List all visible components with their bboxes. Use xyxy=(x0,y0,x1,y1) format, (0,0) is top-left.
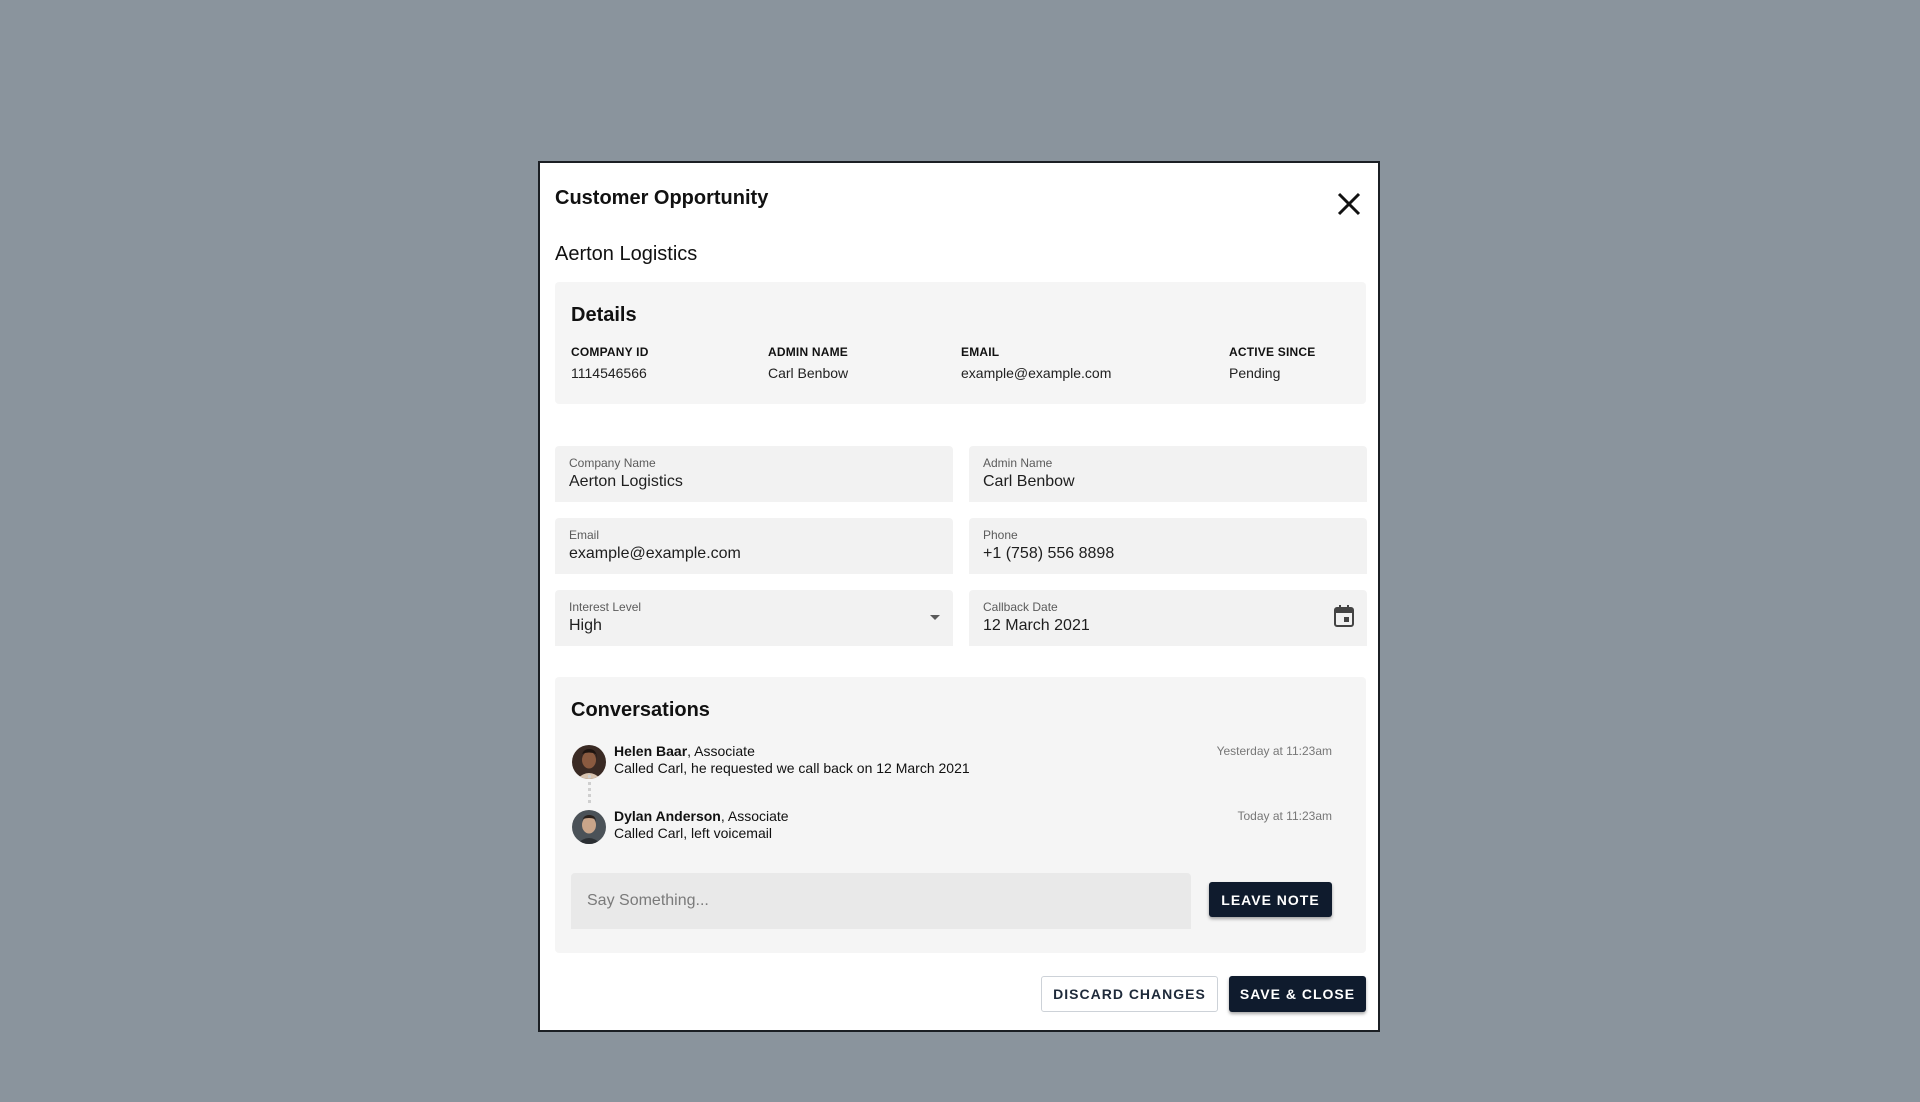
note-input[interactable] xyxy=(571,873,1191,929)
detail-value: 1114546566 xyxy=(571,365,647,381)
admin-name-field[interactable]: Admin Name Carl Benbow xyxy=(969,446,1367,502)
avatar xyxy=(572,810,606,844)
detail-value: example@example.com xyxy=(961,365,1112,381)
company-heading: Aerton Logistics xyxy=(555,243,698,265)
conversation-timestamp: Today at 11:23am xyxy=(1237,809,1332,823)
avatar-image xyxy=(572,810,606,844)
field-label: Phone xyxy=(983,528,1018,542)
conversation-item: Helen Baar, Associate Called Carl, he re… xyxy=(572,743,1332,779)
field-value: +1 (758) 556 8898 xyxy=(983,545,1115,562)
conversation-message: Called Carl, left voicemail xyxy=(614,825,772,841)
avatar xyxy=(572,745,606,779)
field-label: Company Name xyxy=(569,456,656,470)
conversation-role: , Associate xyxy=(720,808,789,824)
conversation-text: Helen Baar, Associate Called Carl, he re… xyxy=(614,743,970,777)
details-panel: Details COMPANY ID 1114546566 ADMIN NAME… xyxy=(555,282,1366,404)
conversation-role: , Associate xyxy=(687,743,755,759)
company-name-field[interactable]: Company Name Aerton Logistics xyxy=(555,446,953,502)
interest-level-select[interactable]: Interest Level High xyxy=(555,590,953,646)
conversation-item: Dylan Anderson, Associate Called Carl, l… xyxy=(572,808,1332,844)
conversation-timestamp: Yesterday at 11:23am xyxy=(1216,744,1332,758)
detail-company-id: COMPANY ID 1114546566 xyxy=(571,345,649,381)
close-icon xyxy=(1337,192,1361,216)
detail-label: ACTIVE SINCE xyxy=(1229,345,1316,359)
conversation-author: Dylan Anderson xyxy=(614,808,721,824)
field-label: Callback Date xyxy=(983,600,1058,614)
close-button[interactable] xyxy=(1334,189,1364,219)
field-value: Aerton Logistics xyxy=(569,473,683,490)
conversations-title: Conversations xyxy=(571,699,710,721)
detail-label: COMPANY ID xyxy=(571,345,649,359)
field-value: High xyxy=(569,617,602,634)
customer-opportunity-dialog: Customer Opportunity Aerton Logistics De… xyxy=(538,161,1380,1032)
details-title: Details xyxy=(571,304,637,326)
field-value: example@example.com xyxy=(569,545,741,562)
detail-active-since: ACTIVE SINCE Pending xyxy=(1229,345,1315,381)
callback-date-field[interactable]: Callback Date 12 March 2021 xyxy=(969,590,1367,646)
discard-changes-button[interactable]: DISCARD CHANGES xyxy=(1041,976,1218,1012)
field-label: Interest Level xyxy=(569,600,642,614)
phone-field[interactable]: Phone +1 (758) 556 8898 xyxy=(969,518,1367,574)
field-value: 12 March 2021 xyxy=(983,617,1090,634)
calendar-icon[interactable] xyxy=(1333,604,1355,628)
detail-email: EMAIL example@example.com xyxy=(961,345,1111,381)
dialog-title: Customer Opportunity xyxy=(555,187,769,209)
detail-value: Pending xyxy=(1229,365,1281,381)
save-and-close-button[interactable]: SAVE & CLOSE xyxy=(1229,976,1366,1012)
field-label: Admin Name xyxy=(983,456,1053,470)
leave-note-button[interactable]: LEAVE NOTE xyxy=(1209,882,1332,917)
field-value: Carl Benbow xyxy=(983,473,1075,490)
conversation-message: Called Carl, he requested we call back o… xyxy=(614,760,970,776)
detail-value: Carl Benbow xyxy=(768,365,849,381)
avatar-image xyxy=(572,745,606,779)
detail-label: EMAIL xyxy=(961,345,1000,359)
conversation-text: Dylan Anderson, Associate Called Carl, l… xyxy=(614,808,789,842)
email-field[interactable]: Email example@example.com xyxy=(555,518,953,574)
detail-admin-name: ADMIN NAME Carl Benbow xyxy=(768,345,848,381)
conversations-panel: Conversations Helen Baar, Associate Call… xyxy=(555,677,1366,953)
dropdown-arrow-icon[interactable] xyxy=(929,614,941,622)
field-label: Email xyxy=(569,528,600,542)
timeline-connector xyxy=(588,775,591,803)
detail-label: ADMIN NAME xyxy=(768,345,848,359)
conversation-author: Helen Baar xyxy=(614,743,688,759)
